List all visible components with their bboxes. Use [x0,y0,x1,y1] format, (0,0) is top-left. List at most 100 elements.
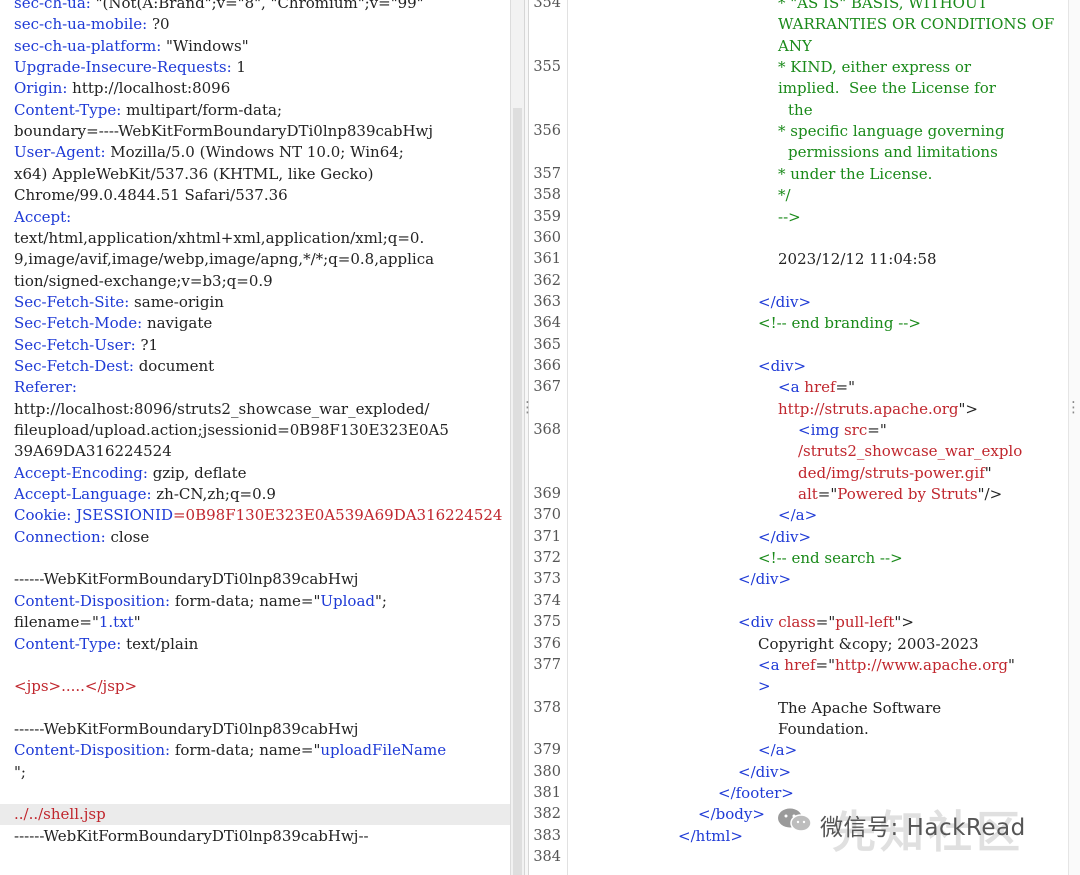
response-line[interactable]: </html> [678,826,743,847]
response-line[interactable]: ded/img/struts-power.gif" [798,463,992,484]
request-line[interactable]: Chrome/99.0.4844.51 Safari/537.36 [14,185,288,206]
response-line[interactable]: permissions and limitations [788,142,998,163]
response-line[interactable]: the [788,100,813,121]
response-line[interactable]: </div> [758,527,811,548]
response-line[interactable]: Foundation. [778,719,869,740]
code-token: =" [817,485,838,504]
header-value: ?0 [147,15,170,34]
response-line[interactable]: <!-- end branding --> [758,313,921,334]
request-line[interactable]: sec-ch-ua-platform: "Windows" [14,36,249,57]
request-line[interactable]: Sec-Fetch-User: ?1 [14,335,158,356]
request-line[interactable]: ------WebKitFormBoundaryDTi0lnp839cabHwj [14,569,358,590]
header-value: ------WebKitFormBoundaryDTi0lnp839cabHwj… [14,826,369,845]
code-token: </a> [758,741,798,760]
request-line[interactable]: Cookie: JSESSIONID=0B98F130E323E0A539A69… [14,505,502,526]
request-line[interactable]: Upgrade-Insecure-Requests: 1 [14,57,246,78]
request-line[interactable]: x64) AppleWebKit/537.36 (KHTML, like Gec… [14,164,373,185]
response-line[interactable]: implied. See the License for [778,78,996,99]
payload-text: ../../shell.jsp [14,805,106,824]
request-line[interactable]: 9,image/avif,image/webp,image/apng,*/*;q… [14,249,434,270]
response-line[interactable]: </a> [778,505,817,526]
code-token: =" [835,378,856,397]
request-scrollbar[interactable] [510,0,525,875]
request-line[interactable]: Content-Disposition: form-data; name="Up… [14,591,387,612]
request-line[interactable]: text/html,application/xhtml+xml,applicat… [14,228,424,249]
request-line[interactable]: Sec-Fetch-Dest: document [14,356,214,377]
line-marker [0,783,3,804]
response-line[interactable]: Copyright &copy; 2003-2023 [758,634,979,655]
response-line[interactable]: * under the License. [778,164,932,185]
line-number: 361 [533,251,561,268]
line-marker [0,356,3,377]
request-line[interactable]: Connection: close [14,527,149,548]
request-line[interactable]: sec-ch-ua-mobile: ?0 [14,14,170,35]
request-line[interactable]: ------WebKitFormBoundaryDTi0lnp839cabHwj [14,719,358,740]
response-line[interactable]: <div class="pull-left"> [738,612,914,633]
response-line[interactable]: The Apache Software [778,698,941,719]
response-line[interactable]: </a> [758,740,797,761]
code-token: href [784,655,816,674]
request-line[interactable]: "; [14,762,26,783]
request-line[interactable]: Accept-Encoding: gzip, deflate [14,463,247,484]
response-line[interactable]: <div> [758,356,806,377]
header-value: same-origin [129,292,224,311]
request-editor[interactable]: sec-ch-ua: "(Not(A:Brand";v="8", "Chromi… [0,0,510,875]
response-line[interactable]: * "AS IS" BASIS, WITHOUT [778,0,988,14]
request-line[interactable]: boundary=----WebKitFormBoundaryDTi0lnp83… [14,121,433,142]
request-line[interactable]: sec-ch-ua: "(Not(A:Brand";v="8", "Chromi… [14,0,424,14]
response-editor[interactable]: * "AS IS" BASIS, WITHOUT WARRANTIES OR CO… [568,0,1068,875]
request-line[interactable]: Content-Type: multipart/form-data; [14,100,282,121]
request-line[interactable]: <jps>.....</jsp> [14,676,137,697]
request-line[interactable]: http://localhost:8096/struts2_showcase_w… [14,399,429,420]
response-line[interactable]: </body> [698,804,765,825]
request-line[interactable]: User-Agent: Mozilla/5.0 (Windows NT 10.0… [14,142,404,163]
response-line[interactable]: 2023/12/12 11:04:58 [778,249,937,270]
response-line[interactable]: </div> [738,569,791,590]
header-value: fileupload/upload.action;jsessionid=0B98… [14,421,449,439]
response-line[interactable]: <a href="http://www.apache.org" [758,655,1015,676]
request-line[interactable]: Content-Type: text/plain [14,634,198,655]
response-line[interactable]: > [758,676,771,697]
request-line[interactable]: 39A69DA316224524 [14,441,172,462]
response-scrollbar[interactable] [1068,0,1080,875]
right-grip-icon[interactable]: ⋮ [1066,398,1080,416]
request-line[interactable]: fileupload/upload.action;jsessionid=0B98… [14,420,449,441]
request-line[interactable]: Sec-Fetch-Mode: navigate [14,313,212,334]
response-line[interactable]: * specific language governing [778,121,1005,142]
response-line[interactable]: --> [778,207,801,228]
line-number: 362 [533,272,561,289]
request-line[interactable]: Content-Disposition: form-data; name="up… [14,740,446,761]
request-line[interactable]: Accept-Language: zh-CN,zh;q=0.9 [14,484,276,505]
header-value: filename=" [14,613,99,632]
response-line[interactable]: * KIND, either express or [778,57,971,78]
code-token: the [788,100,813,119]
request-line[interactable]: ------WebKitFormBoundaryDTi0lnp839cabHwj… [14,826,369,847]
header-value: multipart/form-data; [121,100,282,119]
code-token: </div> [738,762,792,781]
response-line[interactable]: WARRANTIES OR CONDITIONS OF [778,14,1054,35]
request-line[interactable]: filename="1.txt" [14,612,141,633]
response-line[interactable]: */ [778,185,791,206]
header-name: Connection: [14,527,106,546]
request-line[interactable]: Accept: [14,207,71,228]
response-line[interactable]: alt="Powered by Struts"/> [798,484,1002,505]
response-line[interactable]: http://struts.apache.org"> [778,399,978,420]
response-line[interactable]: </div> [758,292,811,313]
response-line[interactable]: </div> [738,762,791,783]
response-line[interactable]: <!-- end search --> [758,548,903,569]
line-marker [0,569,3,590]
response-line[interactable]: <a href=" [778,377,855,398]
request-line[interactable]: Referer: [14,377,77,398]
request-line[interactable]: Sec-Fetch-Site: same-origin [14,292,224,313]
request-line[interactable]: tion/signed-exchange;v=b3;q=0.9 [14,271,273,292]
request-line[interactable]: Origin: http://localhost:8096 [14,78,230,99]
code-token: <a [758,655,785,674]
scrollbar-thumb[interactable] [513,108,522,875]
line-marker [0,78,3,99]
response-line[interactable]: ANY [778,36,812,57]
request-line[interactable]: ../../shell.jsp [14,804,106,825]
line-marker [0,527,3,548]
response-line[interactable]: /struts2_showcase_war_explo [798,441,1022,462]
response-line[interactable]: <img src=" [798,420,887,441]
code-token: --> [778,207,801,226]
